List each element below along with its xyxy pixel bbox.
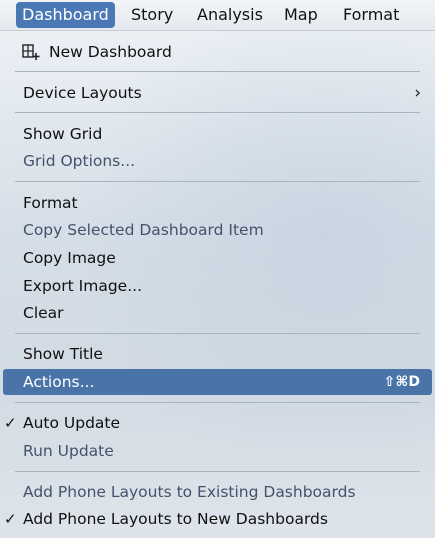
menu-item-label: Grid Options... [23,152,136,170]
checkmark-icon: ✓ [4,510,17,528]
menu-separator [15,181,420,182]
menu-item-label: Add Phone Layouts to New Dashboards [23,510,328,528]
menu-separator [15,71,420,72]
menu-separator [15,333,420,334]
menu-separator [15,471,420,472]
menu-item-label: Clear [23,304,64,322]
menu-item-label: Actions... [23,373,95,391]
menu-item-label: Add Phone Layouts to Existing Dashboards [23,483,356,501]
menu-item-label: Show Grid [23,125,103,143]
menu-separator [15,402,420,403]
menu-item-format[interactable]: Format [0,190,435,216]
menu-item-copy-image[interactable]: Copy Image [0,245,435,271]
menu-item-label: Copy Selected Dashboard Item [23,221,264,239]
dashboard-dropdown-menu: New Dashboard Device Layouts › Show Grid… [0,31,435,538]
menu-item-label: Device Layouts [23,84,142,102]
menu-item-copy-selected-item[interactable]: Copy Selected Dashboard Item [0,217,435,243]
menu-format[interactable]: Format [337,2,405,28]
menu-separator [15,112,420,113]
menu-item-label: Show Title [23,345,103,363]
shortcut-label: ⇧⌘D [383,374,420,390]
menu-item-label: Copy Image [23,249,116,267]
menu-item-show-title[interactable]: Show Title [0,341,435,367]
menu-item-export-image[interactable]: Export Image... [0,273,435,299]
menu-item-run-update[interactable]: Run Update [0,438,435,464]
menu-analysis[interactable]: Analysis [191,2,269,28]
menu-item-add-phone-existing[interactable]: Add Phone Layouts to Existing Dashboards [0,479,435,505]
menu-item-add-phone-new[interactable]: ✓ Add Phone Layouts to New Dashboards [0,506,435,532]
menu-item-show-grid[interactable]: Show Grid [0,121,435,147]
new-dashboard-icon [22,44,40,60]
menu-dashboard[interactable]: Dashboard [16,2,115,28]
menu-bar: Dashboard Story Analysis Map Format [0,0,435,31]
checkmark-icon: ✓ [4,414,17,432]
menu-item-actions[interactable]: Actions... ⇧⌘D [3,369,432,395]
menu-item-grid-options[interactable]: Grid Options... [0,148,435,174]
menu-item-label: Auto Update [23,414,121,432]
menu-item-device-layouts[interactable]: Device Layouts › [0,80,435,106]
menu-item-clear[interactable]: Clear [0,300,435,326]
menu-map[interactable]: Map [278,2,324,28]
menu-item-new-dashboard[interactable]: New Dashboard [0,39,435,65]
menu-item-label: Run Update [23,442,114,460]
menu-item-label: New Dashboard [49,43,172,61]
menu-item-label: Format [23,194,78,212]
menu-item-label: Export Image... [23,277,142,295]
chevron-right-icon: › [414,83,421,103]
menu-story[interactable]: Story [125,2,179,28]
menu-item-auto-update[interactable]: ✓ Auto Update [0,410,435,436]
